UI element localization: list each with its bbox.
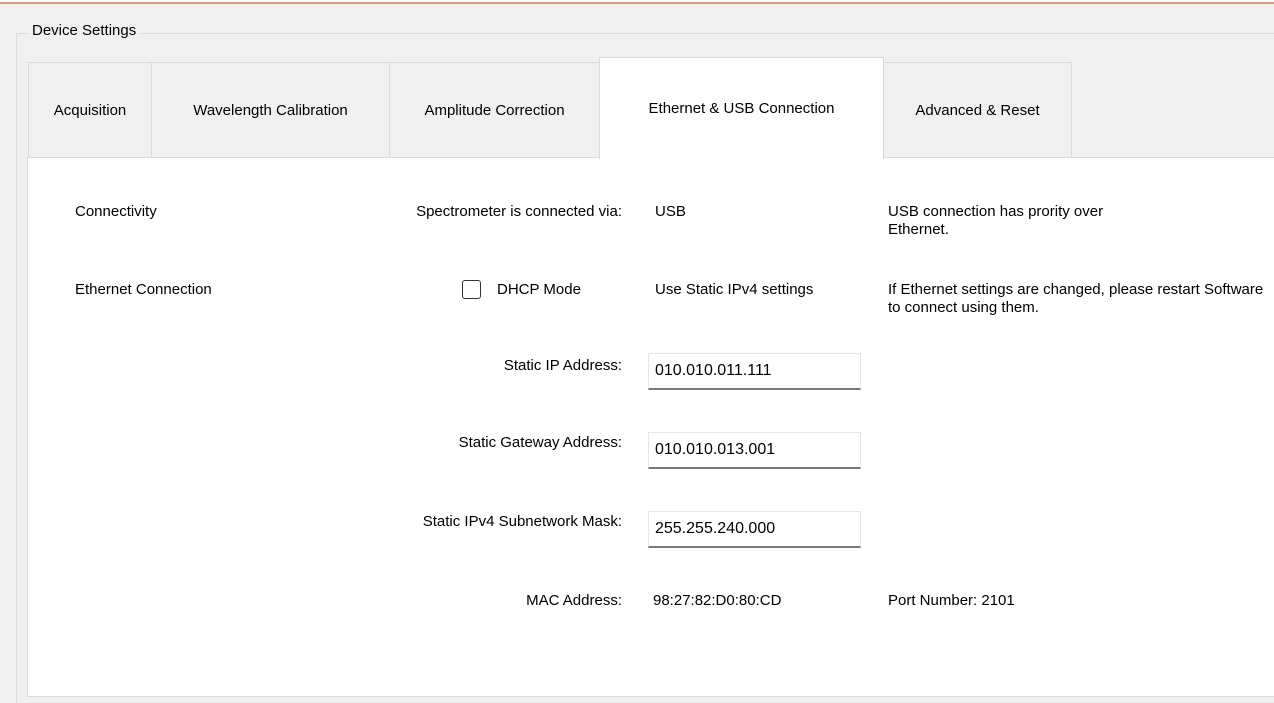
connected-via-label: Spectrometer is connected via: bbox=[416, 203, 622, 220]
dhcp-mode-label[interactable]: DHCP Mode bbox=[497, 281, 581, 298]
port-number-label: Port Number: 2101 bbox=[888, 592, 1015, 609]
tab-ethernet-usb-connection[interactable]: Ethernet & USB Connection bbox=[599, 57, 884, 159]
static-ip-label: Static IP Address: bbox=[503, 357, 622, 374]
device-settings-title: Device Settings bbox=[28, 22, 141, 39]
window-top-accent-line bbox=[0, 2, 1274, 4]
mac-address-value: 98:27:82:D0:80:CD bbox=[653, 592, 782, 609]
tab-amplitude-correction[interactable]: Amplitude Correction bbox=[389, 62, 600, 158]
subnet-mask-input[interactable] bbox=[648, 511, 861, 548]
dhcp-mode-checkbox[interactable] bbox=[462, 280, 481, 299]
usb-priority-note: USB connection has prority over Ethernet… bbox=[888, 203, 1104, 238]
ethernet-section-label: Ethernet Connection bbox=[75, 281, 212, 298]
static-ip-input[interactable] bbox=[648, 353, 861, 390]
tab-advanced-reset[interactable]: Advanced & Reset bbox=[883, 62, 1072, 158]
tab-wavelength-calibration[interactable]: Wavelength Calibration bbox=[151, 62, 390, 158]
connected-via-value: USB bbox=[655, 203, 686, 220]
ethernet-mode-value: Use Static IPv4 settings bbox=[655, 281, 814, 298]
gateway-label: Static Gateway Address: bbox=[458, 434, 622, 451]
connectivity-section-label: Connectivity bbox=[75, 203, 157, 220]
ethernet-restart-note: If Ethernet settings are changed, please… bbox=[888, 281, 1264, 316]
gateway-input[interactable] bbox=[648, 432, 861, 469]
subnet-mask-label: Static IPv4 Subnetwork Mask: bbox=[422, 513, 622, 530]
tab-acquisition[interactable]: Acquisition bbox=[28, 62, 152, 158]
mac-address-label: MAC Address: bbox=[526, 592, 622, 609]
